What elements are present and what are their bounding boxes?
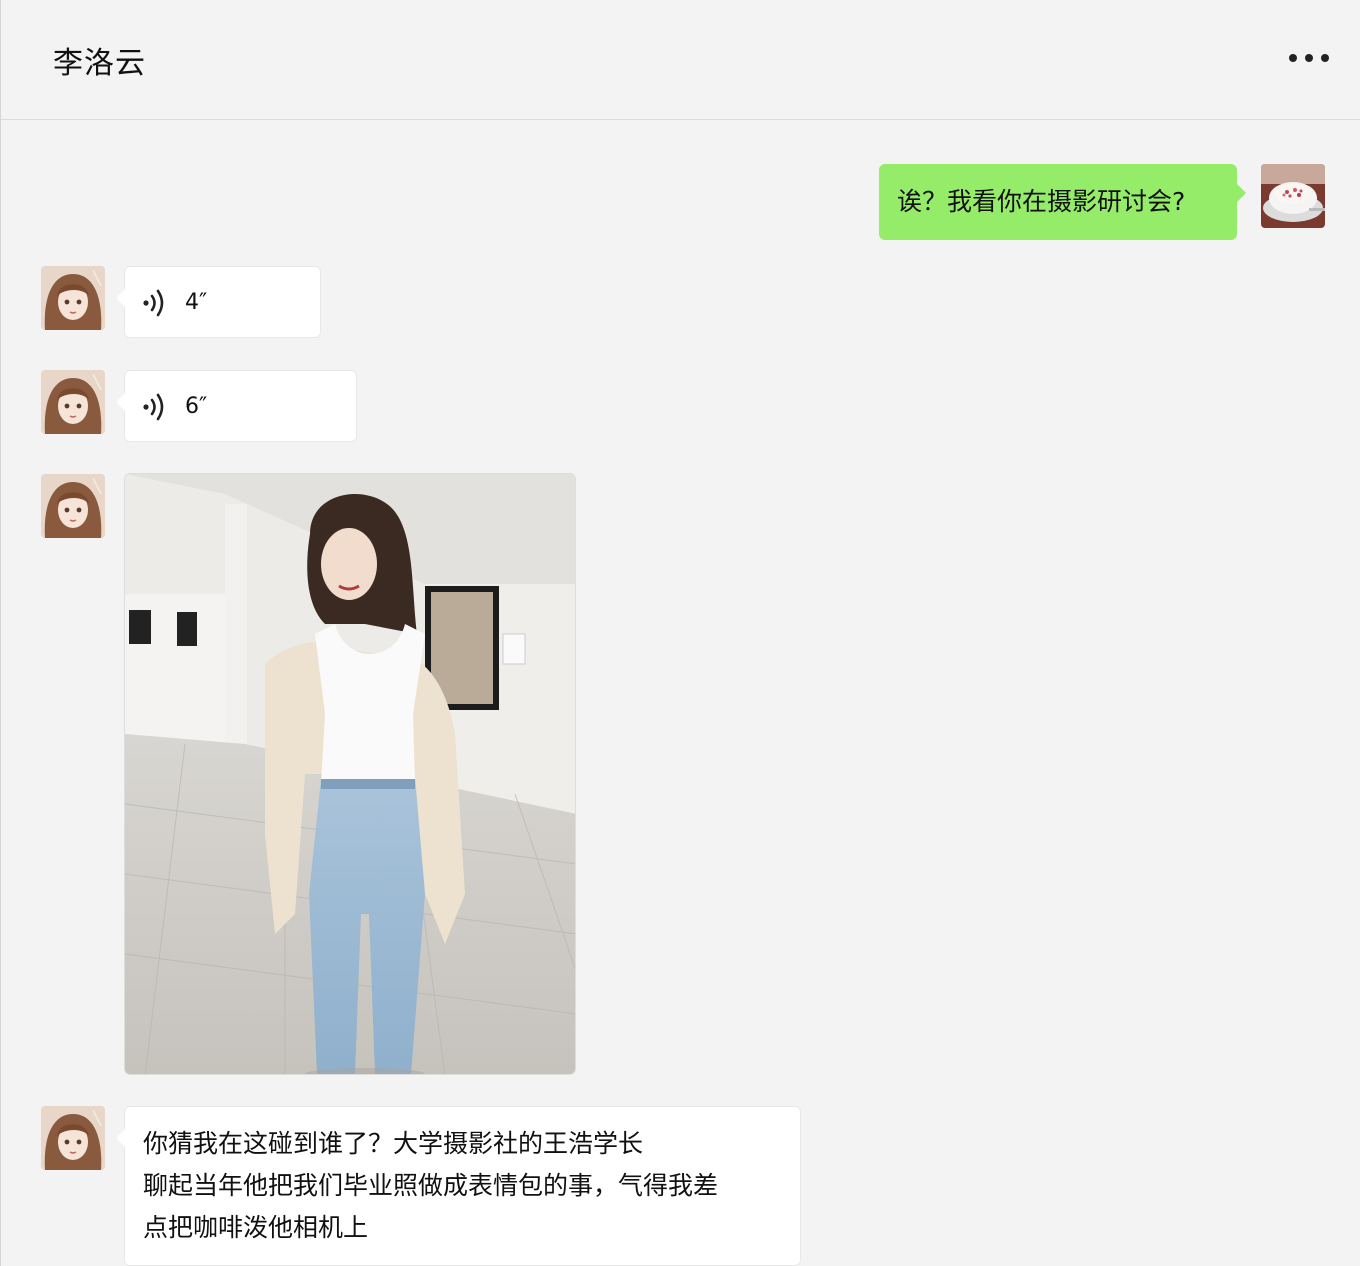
image-message[interactable]	[124, 473, 576, 1075]
contact-avatar[interactable]	[41, 370, 105, 434]
voice-duration: 6″	[185, 394, 208, 419]
message-text-line: 聊起当年他把我们毕业照做成表情包的事，气得我差	[143, 1171, 719, 1200]
contact-avatar[interactable]	[41, 1106, 105, 1170]
message-text: 诶？我看你在摄影研讨会?	[897, 187, 1186, 216]
received-message-bubble[interactable]: 你猜我在这碰到谁了？大学摄影社的王浩学长 聊起当年他把我们毕业照做成表情包的事，…	[116, 1106, 801, 1266]
chat-title: 李洛云	[53, 46, 146, 81]
sent-message-bubble[interactable]: 诶？我看你在摄影研讨会?	[879, 164, 1246, 240]
voice-duration: 4″	[185, 290, 208, 315]
chat-window: 李洛云 诶？我看你在摄影研讨会? 4″ 6″ 你猜我在这碰到谁了？大学摄影社的王…	[0, 0, 1360, 1266]
voice-message-bubble[interactable]: 6″	[116, 370, 357, 442]
voice-wave-icon	[143, 393, 164, 421]
message-text-line: 你猜我在这碰到谁了？大学摄影社的王浩学长	[143, 1129, 644, 1158]
contact-avatar[interactable]	[41, 474, 105, 538]
voice-message-bubble[interactable]: 4″	[116, 266, 321, 338]
contact-avatar[interactable]	[41, 266, 105, 330]
message-text-line: 点把咖啡泼他相机上	[143, 1213, 369, 1242]
chat-header: 李洛云	[1, 0, 1360, 120]
voice-wave-icon	[143, 289, 164, 317]
more-options-icon[interactable]	[1289, 44, 1329, 72]
my-avatar[interactable]	[1261, 164, 1325, 228]
